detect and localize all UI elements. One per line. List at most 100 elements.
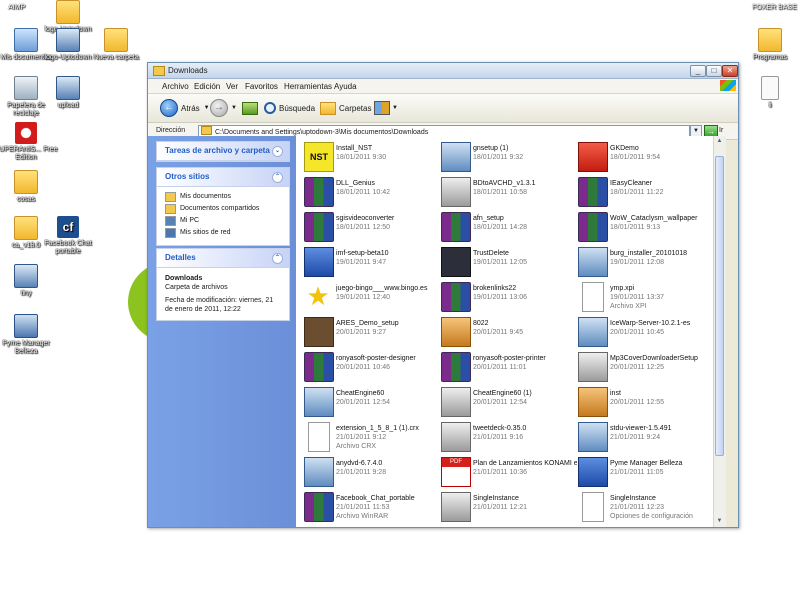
details-header[interactable]: Detalles ⌃: [157, 249, 289, 268]
search-button[interactable]: Búsqueda: [264, 98, 315, 118]
file-item[interactable]: Pyme Manager Belleza 21/01/2011 11:05: [578, 455, 713, 489]
menu-edicion[interactable]: Edición: [194, 82, 220, 91]
file-item[interactable]: WoW_Cataclysm_wallpaper 18/01/2011 9:13: [578, 210, 713, 244]
scrollbar-thumb[interactable]: [715, 156, 724, 456]
setup-file-icon: [304, 387, 334, 417]
file-name: imf-setup-beta10: [336, 250, 389, 257]
file-item[interactable]: CheatEngine60 20/01/2011 12:54: [304, 385, 439, 419]
file-item[interactable]: IEasyCleaner 18/01/2011 11:22: [578, 175, 713, 209]
menu-archivo[interactable]: Archivo: [162, 82, 189, 91]
chevron-up-icon[interactable]: ⌃: [272, 172, 283, 183]
folders-button[interactable]: Carpetas: [320, 98, 371, 118]
file-text: ronyasoft-poster-designer 20/01/2011 10:4…: [336, 354, 440, 372]
file-item[interactable]: anydvd-6.7.4.0 21/01/2011 9:28: [304, 455, 439, 489]
maximize-button[interactable]: □: [706, 65, 722, 77]
explorer-window[interactable]: Downloads _ □ ✕ Archivo Edición Ver Favo…: [147, 62, 739, 528]
link-mis-documentos[interactable]: Mis documentos: [165, 191, 281, 203]
file-date: 18/01/2011 12:50: [336, 224, 390, 231]
file-item[interactable]: DLL_Genius 18/01/2011 10:42: [304, 175, 439, 209]
desktop-icon-nueva-carpeta[interactable]: Nueva carpeta: [84, 28, 148, 62]
file-item[interactable]: ymp.xpi 19/01/2011 13:37 Archivo XPI: [578, 280, 713, 314]
file-list: ▲ ▼ NST Install_NST 18/01/2011 9:30 gnsetup…: [296, 136, 726, 527]
vertical-scrollbar[interactable]: ▲ ▼: [713, 136, 726, 527]
file-item[interactable]: PDFPlan de Lanzamientos KONAMI enero 201…: [441, 455, 577, 489]
chevron-up-icon[interactable]: ⌃: [272, 253, 283, 264]
file-item[interactable]: ronyasoft-poster-printer 20/01/2011 11:01: [441, 350, 576, 384]
scroll-down-icon[interactable]: ▼: [715, 517, 724, 526]
menu-favoritos[interactable]: Favoritos: [245, 82, 278, 91]
file-item[interactable]: BDtoAVCHD_v1.3.1 18/01/2011 10:58: [441, 175, 576, 209]
cf-icon: cf: [57, 216, 79, 238]
file-item[interactable]: ★ juego-bingo___www.bingo.es 19/01/2011 12…: [304, 280, 439, 314]
file-name: TrustDelete: [473, 250, 509, 257]
desktop-icon-cosas[interactable]: cosas: [0, 170, 58, 204]
other-places-header[interactable]: Otros sitios ⌃: [157, 168, 289, 187]
file-item[interactable]: gnsetup (1) 18/01/2011 9:32: [441, 140, 576, 174]
file-item[interactable]: ronyasoft-poster-designer 20/01/2011 10:4…: [304, 350, 439, 384]
views-button[interactable]: ▼: [374, 98, 398, 118]
link-mis-sitios-de-red[interactable]: Mis sitios de red: [165, 227, 281, 239]
file-name: GKDemo: [610, 145, 639, 152]
file-item[interactable]: SingleInstance 21/01/2011 12:21: [441, 490, 576, 524]
folder-icon: [153, 66, 165, 76]
desktop-icon-programs[interactable]: Programas: [738, 28, 800, 62]
file-item[interactable]: TrustDelete 19/01/2011 12:05: [441, 245, 576, 279]
link-mi-pc[interactable]: Mi PC: [165, 215, 281, 227]
file-item[interactable]: NST Install_NST 18/01/2011 9:30: [304, 140, 439, 174]
desktop-icon-facebook-chat[interactable]: cf Facebook Chat portable: [36, 216, 100, 256]
file-item[interactable]: ARES_Demo_setup 20/01/2011 9:27: [304, 315, 439, 349]
file-name: Mp3CoverDownloaderSetup: [610, 355, 698, 362]
desktop-icon-superantispyware[interactable]: SUPERAntiS... Free Edition: [0, 122, 58, 162]
menu-herramientas[interactable]: Herramientas: [284, 82, 332, 91]
file-item[interactable]: GKDemo 18/01/2011 9:54: [578, 140, 713, 174]
search-icon: [264, 102, 276, 114]
file-text: IceWarp-Server-10.2.1-es 20/01/2011 10:45: [610, 319, 714, 337]
file-item[interactable]: tweetdeck-0.35.0 21/01/2011 9:16: [441, 420, 576, 454]
file-item[interactable]: IceWarp-Server-10.2.1-es 20/01/2011 10:45: [578, 315, 713, 349]
desktop-icon-file[interactable]: ii: [738, 76, 800, 110]
close-button[interactable]: ✕: [722, 65, 738, 77]
file-item[interactable]: stdu-viewer-1.5.491 21/01/2011 9:24: [578, 420, 713, 454]
link-documentos-compartidos[interactable]: Documentos compartidos: [165, 203, 281, 215]
file-item[interactable]: afn_setup 18/01/2011 14:28: [441, 210, 576, 244]
star-file-icon: ★: [306, 281, 330, 311]
file-item[interactable]: 8022 20/01/2011 9:45: [441, 315, 576, 349]
file-text: 8022 20/01/2011 9:45: [473, 319, 577, 337]
file-item[interactable]: Facebook_Chat_portable 21/01/2011 11:53 Ar…: [304, 490, 439, 524]
file-name: DLL_Genius: [336, 180, 375, 187]
file-item[interactable]: inst 20/01/2011 12:55: [578, 385, 713, 419]
file-name: afn_setup: [473, 215, 504, 222]
minimize-button[interactable]: _: [690, 65, 706, 77]
file-item[interactable]: CheatEngine60 (1) 20/01/2011 12:54: [441, 385, 576, 419]
file-item[interactable]: extension_1_5_8_1 (1).crx 21/01/2011 9:12…: [304, 420, 439, 454]
menu-ver[interactable]: Ver: [226, 82, 238, 91]
chevron-down-icon[interactable]: ▼: [231, 105, 237, 111]
file-item[interactable]: sgisvideoconverter 18/01/2011 12:50: [304, 210, 439, 244]
file-item[interactable]: brokenlinks22 19/01/2011 13:06: [441, 280, 576, 314]
back-button[interactable]: ← Atrás ▼: [160, 98, 210, 118]
forward-button[interactable]: → ▼: [210, 98, 237, 118]
chevron-down-icon[interactable]: ▼: [392, 105, 398, 111]
file-item[interactable]: SingleInstance 21/01/2011 12:23 Opciones d…: [578, 490, 713, 524]
file-item[interactable]: Mp3CoverDownloaderSetup 20/01/2011 12:25: [578, 350, 713, 384]
go-label[interactable]: Ir: [719, 127, 723, 134]
desktop-icon-label: Facebook Chat portable: [44, 240, 92, 255]
bin-icon: [14, 76, 38, 100]
app-file-icon: [441, 492, 471, 522]
file-item[interactable]: burg_installer_20101018 19/01/2011 12:08: [578, 245, 713, 279]
desktop-icon-my[interactable]: tiny: [0, 264, 58, 298]
desktop-icon-pyme[interactable]: Pyme Manager Belleza: [0, 314, 58, 356]
file-text: Install_NST 18/01/2011 9:30: [336, 144, 440, 162]
tasks-panel-header[interactable]: Tareas de archivo y carpeta ⌄: [157, 142, 289, 161]
chevron-down-icon[interactable]: ⌄: [272, 146, 283, 157]
file-item[interactable]: imf-setup-beta10 19/01/2011 9:47: [304, 245, 439, 279]
orange-file-icon: [578, 387, 608, 417]
scroll-up-icon[interactable]: ▲: [715, 137, 724, 146]
title-bar[interactable]: Downloads _ □ ✕: [148, 63, 738, 79]
menu-ayuda[interactable]: Ayuda: [334, 82, 357, 91]
desktop-icon-upload[interactable]: upload: [36, 76, 100, 110]
up-folder-button[interactable]: [242, 98, 261, 118]
winrar-file-icon: [304, 492, 334, 522]
file-name: ronyasoft-poster-designer: [336, 355, 416, 362]
chevron-down-icon[interactable]: ▼: [204, 105, 210, 111]
